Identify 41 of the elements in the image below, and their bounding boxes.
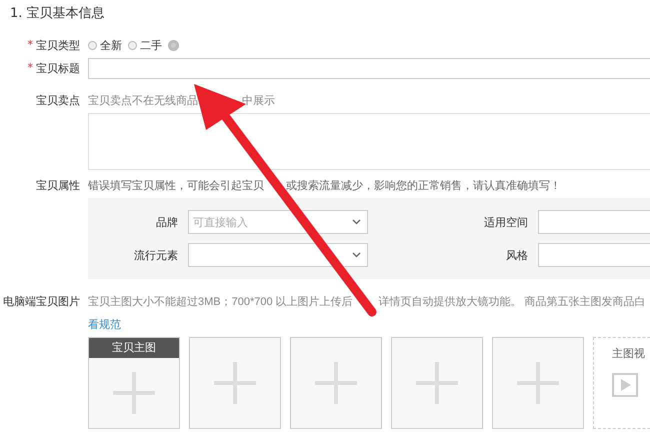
radio-option[interactable]: 二手: [128, 38, 162, 53]
plus-icon: [113, 372, 155, 414]
video-upload-slot[interactable]: 主图视: [593, 337, 650, 429]
hint-text: 详情页自动提供放大镜功能。 商品第五张主图发商品白: [378, 294, 646, 309]
field-label: 流行元素: [133, 248, 179, 262]
field-label: 宝贝卖点: [35, 93, 81, 108]
chevron-icon: [352, 219, 361, 225]
field-label: 风格: [505, 248, 529, 262]
upload-slot[interactable]: [492, 337, 584, 429]
input-field[interactable]: [538, 243, 650, 267]
field-label: 适用空间: [483, 214, 529, 230]
selling-point-textarea[interactable]: [88, 113, 650, 170]
field-label: * 宝贝类型: [26, 38, 81, 53]
field-label: 品牌: [155, 214, 179, 230]
hint-text: 宝贝主图大小不能超过3MB；700*700 以上图片上传后: [88, 294, 353, 309]
title-input[interactable]: [88, 58, 650, 79]
plus-icon: [517, 362, 559, 404]
plus-icon: [416, 362, 458, 404]
upload-slot[interactable]: [290, 337, 382, 429]
upload-slot[interactable]: [189, 337, 281, 429]
field-label: * 宝贝标题: [26, 61, 81, 76]
upload-slot[interactable]: 宝贝主图: [88, 337, 180, 429]
spec-link[interactable]: 看规范: [88, 317, 121, 332]
upload-slot[interactable]: [391, 337, 483, 429]
dropdown[interactable]: [188, 243, 368, 267]
hint-text: 或搜索流量减少，影响您的正常销售，请认真准确填写！: [286, 178, 561, 193]
hint-text: 错误填写宝贝属性，可能会引起宝贝: [88, 178, 264, 193]
plus-icon: [315, 362, 357, 404]
plus-icon: [214, 362, 256, 404]
radio-option[interactable]: 全新: [88, 38, 122, 53]
video-icon: [612, 373, 638, 397]
help-icon[interactable]: [168, 40, 179, 51]
hint-text: 宝贝卖点不在无线商品: [88, 94, 198, 108]
hint-text: 中展示: [242, 94, 275, 108]
input-field[interactable]: [538, 210, 650, 234]
required-mark: *: [28, 38, 33, 53]
section-title: 1. 宝贝基本信息: [9, 5, 106, 23]
required-mark: *: [28, 61, 33, 76]
field-label: 宝贝属性: [35, 178, 81, 193]
chevron-icon: [352, 252, 361, 258]
field-label: 电脑端宝贝图片: [2, 294, 81, 309]
